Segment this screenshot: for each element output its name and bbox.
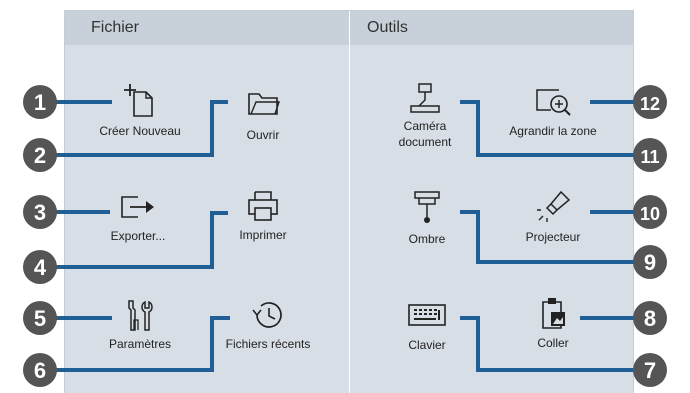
callout-9: 9 [644,250,656,275]
callout-2: 2 [34,143,46,168]
callout-4: 4 [34,255,47,280]
callout-12: 12 [640,94,660,114]
callout-lines [40,100,650,372]
callout-8: 8 [644,306,656,331]
callout-10: 10 [640,204,660,224]
callout-line-11 [460,100,650,157]
callout-6: 6 [34,358,46,383]
callout-line-2 [40,100,228,157]
callout-3: 3 [34,200,46,225]
callout-line-9 [460,210,650,264]
callout-11: 11 [640,147,659,167]
callout-line-7 [460,316,650,372]
callout-5: 5 [34,306,46,331]
callout-layer: 1 2 3 4 5 6 7 8 9 10 11 12 [23,85,667,387]
callout-1: 1 [34,90,46,115]
callout-line-6 [40,316,230,372]
callout-7: 7 [644,358,656,383]
callout-line-4 [40,211,228,269]
